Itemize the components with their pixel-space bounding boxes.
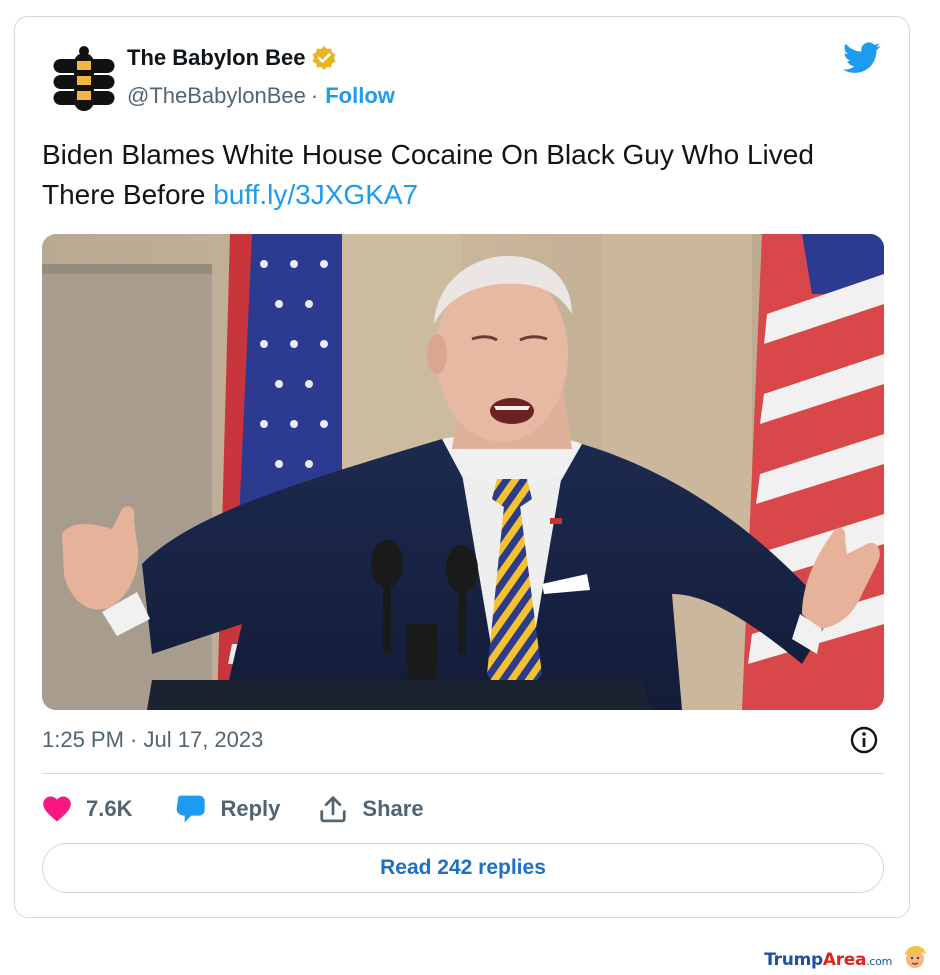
separator: ·	[310, 83, 319, 108]
watermark-text: TrumpArea.com	[764, 950, 892, 970]
read-replies-button[interactable]: Read 242 replies	[42, 843, 884, 893]
display-name[interactable]: The Babylon Bee	[127, 45, 305, 71]
reply-button[interactable]: Reply	[174, 794, 280, 824]
info-icon[interactable]	[849, 725, 879, 755]
tweet-text: Biden Blames White House Cocaine On Blac…	[42, 135, 872, 215]
account-handle[interactable]: @TheBabylonBee	[127, 83, 306, 109]
share-button[interactable]: Share	[318, 794, 424, 824]
watermark-part2: Area	[822, 949, 867, 970]
tweet-timestamp[interactable]: 1:25 PM · Jul 17, 2023	[42, 727, 263, 753]
like-count: 7.6K	[86, 796, 133, 821]
share-upload-icon	[320, 796, 347, 823]
babylon-bee-logo-icon[interactable]	[47, 43, 121, 117]
tweet-link[interactable]: buff.ly/3JXGKA7	[213, 179, 418, 210]
watermark-part3: .com	[866, 954, 892, 968]
tweet-photo[interactable]	[42, 234, 884, 710]
handle-row: @TheBabylonBee · Follow	[127, 83, 395, 109]
tweet-actions: 7.6K Reply Share	[42, 791, 424, 827]
share-label: Share	[362, 796, 424, 821]
verified-badge-icon	[311, 45, 337, 71]
site-watermark[interactable]: TrumpArea.com	[764, 944, 928, 975]
heart-icon	[43, 796, 71, 822]
trump-face-icon	[902, 944, 928, 975]
twitter-bird-icon[interactable]	[843, 41, 881, 75]
account-name-row: The Babylon Bee	[127, 45, 337, 71]
reply-label: Reply	[220, 796, 281, 821]
tweet-body: Biden Blames White House Cocaine On Blac…	[42, 139, 814, 210]
watermark-part1: Trump	[764, 949, 823, 970]
tweet-card: The Babylon Bee @TheBabylonBee · Follow …	[14, 16, 910, 918]
divider	[42, 773, 884, 774]
speech-bubble-icon	[177, 795, 206, 823]
follow-button[interactable]: Follow	[325, 83, 395, 109]
like-button[interactable]: 7.6K	[42, 795, 132, 823]
